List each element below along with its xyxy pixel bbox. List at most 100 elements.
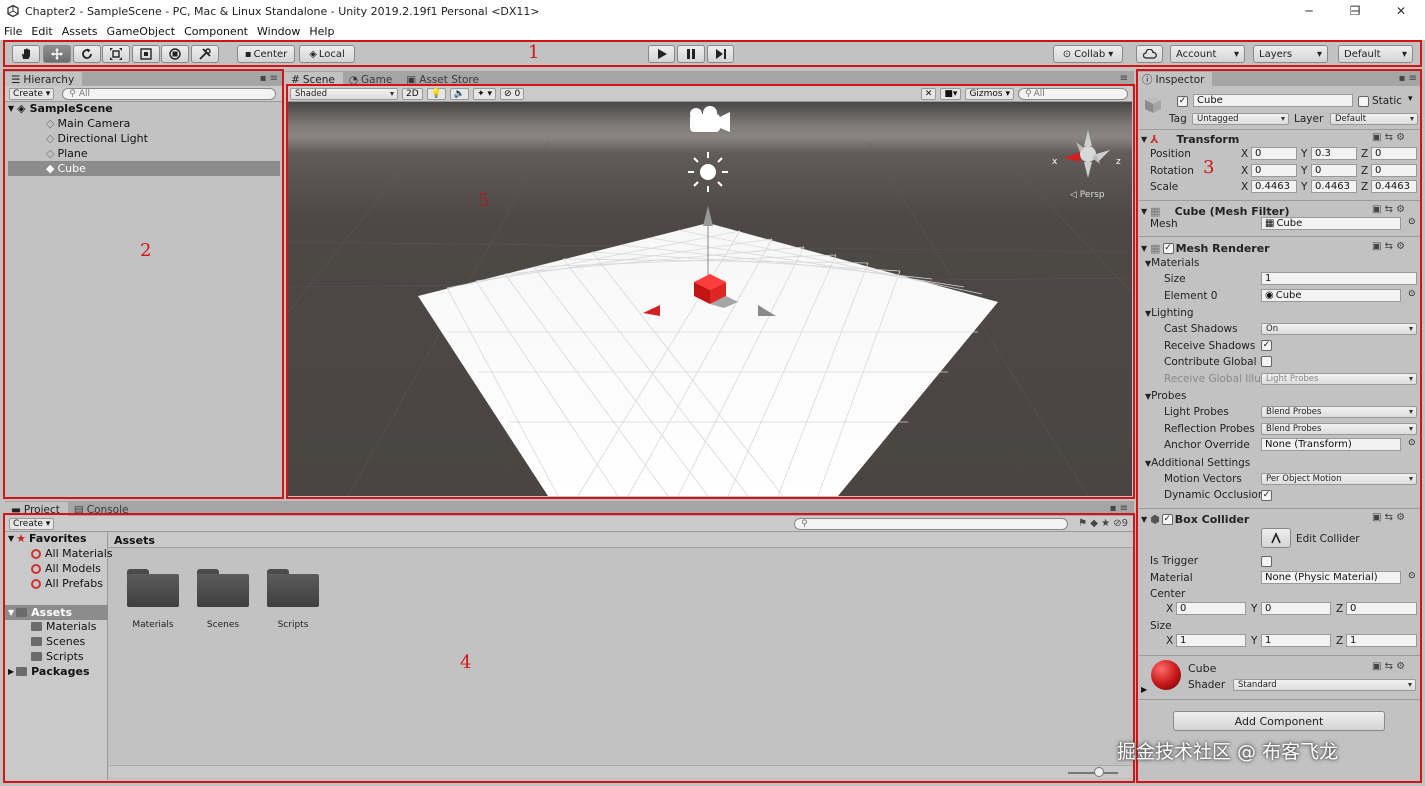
materials-size-field[interactable]: 1: [1261, 272, 1417, 285]
transform-tool-button[interactable]: [161, 45, 189, 63]
asset-folder-materials[interactable]: [127, 567, 179, 607]
filter-icons[interactable]: ⚑ ◆ ★ ⊘9: [1078, 518, 1128, 529]
size-y-field[interactable]: 1: [1261, 634, 1331, 647]
mesh-field[interactable]: ▦ Cube: [1261, 217, 1401, 230]
object-picker-icon[interactable]: ⊙: [1408, 438, 1416, 448]
materials-foldout[interactable]: ▼Materials: [1145, 257, 1199, 269]
foldout-arrow-icon[interactable]: ▶: [1141, 685, 1147, 694]
dynamic-occlusion-checkbox[interactable]: ✓: [1261, 490, 1272, 501]
collider-material-field[interactable]: None (Physic Material): [1261, 571, 1401, 584]
asset-folder-scenes[interactable]: [197, 567, 249, 607]
rotation-y-field[interactable]: 0: [1311, 164, 1357, 177]
hierarchy-scene-row[interactable]: ▼ ◈ SampleScene: [8, 101, 280, 116]
layout-dropdown[interactable]: Default ▾: [1338, 45, 1413, 63]
size-z-field[interactable]: 1: [1346, 634, 1417, 647]
minimize-button[interactable]: ─: [1286, 0, 1332, 22]
folder-materials[interactable]: Materials: [31, 620, 96, 633]
lighting-toggle[interactable]: 💡: [426, 87, 446, 100]
active-checkbox[interactable]: ✓: [1177, 96, 1188, 107]
favorite-all-prefabs[interactable]: All Prefabs: [31, 577, 103, 590]
component-settings-icons[interactable]: ▣ ⇆ ⚙: [1372, 241, 1405, 252]
tab-game[interactable]: ◔ Game: [343, 72, 400, 87]
motion-vectors-dropdown[interactable]: Per Object Motion: [1261, 473, 1417, 485]
hierarchy-search-input[interactable]: ⚲ All: [62, 87, 277, 100]
tab-inspector[interactable]: ⓘ Inspector: [1136, 72, 1213, 87]
hierarchy-item-directional-light[interactable]: ◇ Directional Light: [8, 131, 280, 146]
center-y-field[interactable]: 0: [1261, 602, 1331, 615]
icon-size-slider-thumb[interactable]: [1094, 767, 1104, 777]
menu-gameobject[interactable]: GameObject: [107, 25, 176, 38]
camera-settings-button[interactable]: ■ ▾: [940, 87, 962, 100]
tab-asset-store[interactable]: ▣ Asset Store: [400, 72, 487, 87]
icon-size-slider[interactable]: [1068, 772, 1118, 774]
pause-button[interactable]: [677, 45, 705, 63]
mode-2d-toggle[interactable]: 2D: [402, 87, 423, 100]
scale-x-field[interactable]: 0.4463: [1251, 180, 1297, 193]
project-search-input[interactable]: ⚲: [794, 517, 1069, 530]
position-y-field[interactable]: 0.3: [1311, 147, 1357, 160]
scale-y-field[interactable]: 0.4463: [1311, 180, 1357, 193]
panel-menu-icon[interactable]: ▪ ≡: [260, 73, 278, 84]
lighting-foldout[interactable]: ▼Lighting: [1145, 307, 1194, 319]
account-dropdown[interactable]: Account ▾: [1170, 45, 1245, 63]
gizmos-dropdown[interactable]: Gizmos ▾: [965, 87, 1014, 100]
packages-folder-row[interactable]: ▶ Packages: [8, 665, 90, 678]
collab-dropdown[interactable]: ⊙ Collab ▾: [1053, 45, 1123, 63]
hierarchy-item-cube[interactable]: ◆ Cube: [8, 161, 280, 176]
hierarchy-item-plane[interactable]: ◇ Plane: [8, 146, 280, 161]
hierarchy-item-main-camera[interactable]: ◇ Main Camera: [8, 116, 280, 131]
tab-scene[interactable]: # Scene: [285, 72, 343, 87]
edit-collider-button[interactable]: [1261, 528, 1291, 548]
layers-dropdown[interactable]: Layers ▾: [1253, 45, 1328, 63]
static-checkbox[interactable]: [1358, 96, 1369, 107]
scale-tool-button[interactable]: [102, 45, 130, 63]
add-component-button[interactable]: Add Component: [1173, 711, 1385, 731]
scene-viewport[interactable]: x z ◁ Persp: [288, 102, 1132, 496]
cloud-button[interactable]: [1136, 45, 1163, 63]
rect-tool-button[interactable]: [132, 45, 160, 63]
reflection-probes-dropdown[interactable]: Blend Probes: [1261, 423, 1417, 435]
maximize-button[interactable]: ❐: [1332, 0, 1378, 22]
audio-toggle[interactable]: 🔈: [449, 87, 470, 100]
step-button[interactable]: [707, 45, 734, 63]
probes-foldout[interactable]: ▼Probes: [1145, 390, 1186, 402]
rotate-tool-button[interactable]: [73, 45, 101, 63]
tools-settings-button[interactable]: ✕: [920, 87, 937, 100]
favorite-all-materials[interactable]: All Materials: [31, 547, 113, 560]
position-x-field[interactable]: 0: [1251, 147, 1297, 160]
static-dropdown-arrow-icon[interactable]: ▾: [1408, 94, 1413, 104]
menu-assets[interactable]: Assets: [62, 25, 98, 38]
size-x-field[interactable]: 1: [1176, 634, 1246, 647]
directional-light-icon[interactable]: [688, 152, 728, 192]
hierarchy-create-button[interactable]: Create ▾: [9, 87, 55, 100]
tab-project[interactable]: ▬ Project: [5, 502, 68, 517]
project-breadcrumb[interactable]: Assets: [109, 532, 1134, 548]
object-picker-icon[interactable]: ⊙: [1408, 217, 1416, 227]
menu-help[interactable]: Help: [309, 25, 334, 38]
tag-dropdown[interactable]: Untagged: [1192, 113, 1289, 125]
pivot-center-button[interactable]: ▪ Center: [237, 45, 295, 63]
is-trigger-checkbox[interactable]: [1261, 556, 1272, 567]
play-button[interactable]: [648, 45, 675, 63]
shading-mode-dropdown[interactable]: Shaded: [290, 87, 398, 100]
object-picker-icon[interactable]: ⊙: [1408, 571, 1416, 581]
custom-tool-button[interactable]: [191, 45, 219, 63]
light-probes-dropdown[interactable]: Blend Probes: [1261, 406, 1417, 418]
component-settings-icons[interactable]: ▣ ⇆ ⚙: [1372, 661, 1405, 672]
component-settings-icons[interactable]: ▣ ⇆ ⚙: [1372, 132, 1405, 143]
mesh-renderer-enabled-checkbox[interactable]: ✓: [1162, 242, 1174, 254]
material-preview-sphere[interactable]: [1151, 660, 1181, 690]
anchor-override-field[interactable]: None (Transform): [1261, 438, 1401, 451]
effects-dropdown[interactable]: ✦ ▾: [473, 87, 497, 100]
space-local-button[interactable]: ◈ Local: [299, 45, 355, 63]
menu-component[interactable]: Component: [184, 25, 248, 38]
hand-tool-button[interactable]: [12, 45, 40, 63]
menu-edit[interactable]: Edit: [31, 25, 52, 38]
tab-hierarchy[interactable]: ☰ Hierarchy: [5, 72, 83, 87]
layer-dropdown[interactable]: Default: [1330, 113, 1418, 125]
panel-menu-icon[interactable]: ≡: [1120, 73, 1128, 84]
center-z-field[interactable]: 0: [1346, 602, 1417, 615]
component-settings-icons[interactable]: ▣ ⇆ ⚙: [1372, 512, 1405, 523]
panel-menu-icon[interactable]: ▪ ≡: [1399, 73, 1417, 84]
receive-shadows-checkbox[interactable]: ✓: [1261, 340, 1272, 351]
